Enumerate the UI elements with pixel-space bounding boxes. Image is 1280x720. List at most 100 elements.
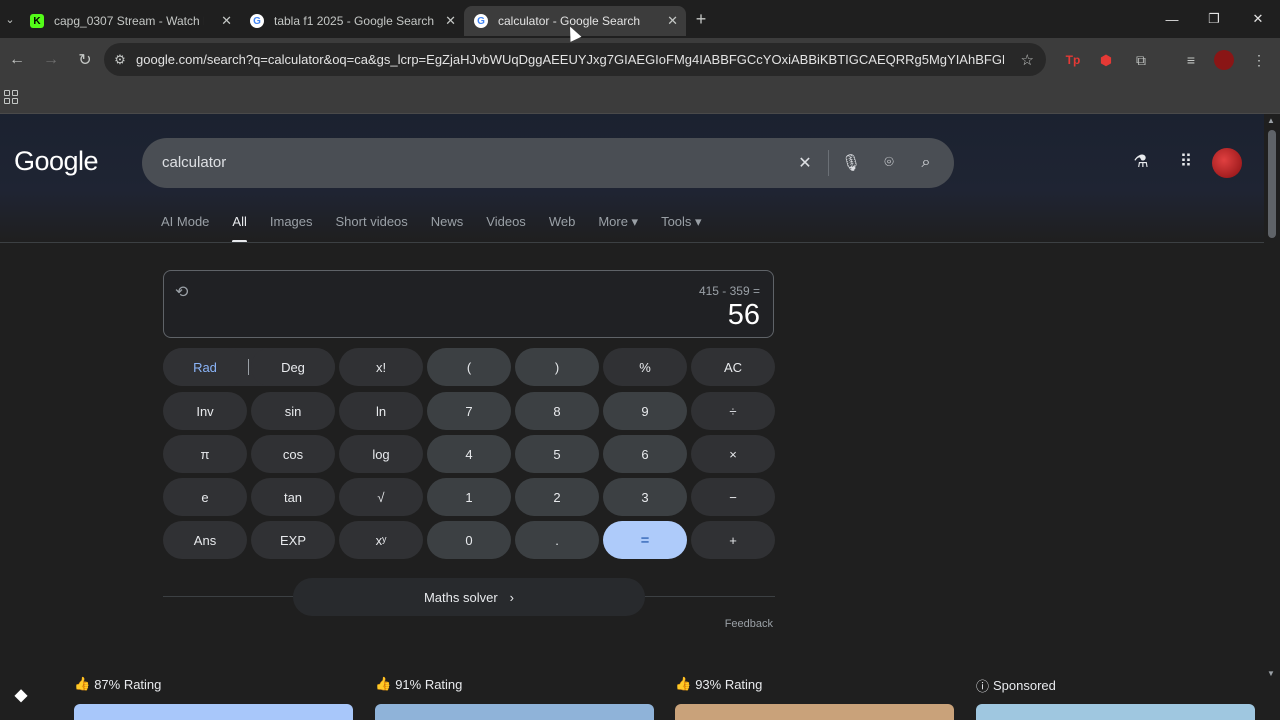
bookmark-star-icon[interactable]: ☆ — [1021, 51, 1034, 69]
key-1[interactable]: 1 — [427, 478, 511, 516]
thumbs-up-icon: 👍 — [375, 676, 392, 691]
tab-search-dropdown[interactable]: ⌄ — [0, 0, 20, 38]
nav-more[interactable]: More ▾ — [598, 214, 638, 234]
key-9[interactable]: 9 — [603, 392, 687, 430]
key-ans[interactable]: Ans — [163, 521, 247, 559]
card-sponsored: ⓘ Sponsored — [976, 678, 1056, 694]
nav-videos[interactable]: Videos — [486, 214, 526, 234]
card-image-2[interactable] — [375, 704, 654, 720]
lens-camera-icon[interactable]: ⌾ — [876, 150, 902, 176]
key-2[interactable]: 2 — [515, 478, 599, 516]
key-sin[interactable]: sin — [251, 392, 335, 430]
chevron-right-icon: › — [509, 589, 515, 605]
key-close-paren[interactable]: ) — [515, 348, 599, 386]
card-image-3[interactable] — [675, 704, 954, 720]
microphone-icon[interactable]: 🎙 — [838, 150, 864, 176]
labs-flask-icon[interactable]: ⚗ — [1129, 150, 1153, 174]
maths-solver-label: Maths solver — [423, 589, 498, 605]
site-info-icon[interactable]: ⚙ — [104, 52, 136, 68]
key-power[interactable]: xʸ — [339, 521, 423, 559]
search-icon[interactable]: ⌕ — [913, 150, 939, 176]
key-e[interactable]: e — [163, 478, 247, 516]
tab-tabla-f1[interactable]: G tabla f1 2025 - Google Search ✕ — [240, 6, 464, 36]
roblox-taskbar-icon[interactable]: ◆ — [10, 684, 32, 706]
key-equals[interactable]: = — [603, 521, 687, 559]
google-logo[interactable]: Google — [14, 146, 99, 177]
history-icon[interactable]: ⟲ — [175, 282, 188, 302]
reload-icon[interactable]: ↻ — [68, 43, 102, 77]
extensions-puzzle-icon[interactable]: ⧉ — [1125, 38, 1157, 82]
scrollbar-thumb[interactable] — [1268, 130, 1276, 238]
minimize-icon[interactable]: — — [1150, 0, 1194, 38]
apps-grid-icon[interactable] — [4, 90, 18, 104]
google-apps-icon[interactable]: ⠿ — [1174, 150, 1198, 174]
adblock-extension-icon[interactable]: ⬢ — [1090, 38, 1122, 82]
tab-bar: ⌄ K capg_0307 Stream - Watch Live ✕ G ta… — [0, 0, 1280, 38]
key-tan[interactable]: tan — [251, 478, 335, 516]
forward-arrow-icon[interactable]: → — [34, 43, 68, 77]
scroll-up-icon[interactable]: ▲ — [1267, 116, 1275, 125]
key-7[interactable]: 7 — [427, 392, 511, 430]
key-ln[interactable]: ln — [339, 392, 423, 430]
clear-search-icon[interactable]: ✕ — [792, 150, 818, 176]
nav-tools[interactable]: Tools ▾ — [661, 214, 702, 234]
google-icon: G — [250, 14, 264, 28]
key-factorial[interactable]: x! — [339, 348, 423, 386]
close-tab-icon[interactable]: ✕ — [445, 13, 456, 29]
profile-avatar[interactable] — [1208, 38, 1240, 82]
key-cos[interactable]: cos — [251, 435, 335, 473]
browser-toolbar: ← → ↻ ⚙ google.com/search?q=calculator&o… — [0, 38, 1280, 82]
key-8[interactable]: 8 — [515, 392, 599, 430]
maths-solver-button[interactable]: Maths solver › — [293, 578, 645, 616]
key-inv[interactable]: Inv — [163, 392, 247, 430]
key-6[interactable]: 6 — [603, 435, 687, 473]
search-divider — [828, 150, 829, 176]
feedback-link[interactable]: Feedback — [725, 618, 773, 630]
scroll-down-icon[interactable]: ▼ — [1267, 669, 1275, 678]
card-image-4[interactable] — [976, 704, 1255, 720]
back-arrow-icon[interactable]: ← — [0, 43, 34, 77]
key-pi[interactable]: π — [163, 435, 247, 473]
key-plus[interactable]: + — [691, 521, 775, 559]
key-divide[interactable]: ÷ — [691, 392, 775, 430]
key-deg[interactable]: Deg — [251, 348, 335, 386]
nav-ai-mode[interactable]: AI Mode — [161, 214, 209, 234]
close-tab-icon[interactable]: ✕ — [667, 13, 678, 29]
thumbs-up-icon: 👍 — [675, 676, 692, 691]
nav-short-videos[interactable]: Short videos — [336, 214, 408, 234]
card-image-1[interactable] — [74, 704, 353, 720]
search-results-page: Google calculator ✕ 🎙 ⌾ ⌕ ⚗ ⠿ AI Mode Al… — [0, 114, 1280, 720]
page-scrollbar[interactable]: ▲ ▼ — [1264, 114, 1280, 680]
address-bar[interactable]: ⚙ google.com/search?q=calculator&oq=ca&g… — [104, 43, 1046, 76]
key-4[interactable]: 4 — [427, 435, 511, 473]
nav-images[interactable]: Images — [270, 214, 313, 234]
account-avatar[interactable] — [1212, 148, 1242, 178]
browser-menu-icon[interactable]: ⋮ — [1243, 38, 1275, 82]
key-percent[interactable]: % — [603, 348, 687, 386]
tab-kick-stream[interactable]: K capg_0307 Stream - Watch Live ✕ — [20, 6, 240, 36]
search-input[interactable]: calculator — [162, 154, 226, 171]
thumbs-up-icon: 👍 — [74, 676, 91, 691]
key-log[interactable]: log — [339, 435, 423, 473]
nav-news[interactable]: News — [431, 214, 464, 234]
key-sqrt[interactable]: √ — [339, 478, 423, 516]
tp-extension-icon[interactable]: Tp — [1057, 38, 1089, 82]
close-tab-icon[interactable]: ✕ — [221, 13, 232, 29]
key-minus[interactable]: − — [691, 478, 775, 516]
new-tab-button[interactable]: + — [686, 9, 716, 30]
nav-web[interactable]: Web — [549, 214, 576, 234]
key-3[interactable]: 3 — [603, 478, 687, 516]
key-open-paren[interactable]: ( — [427, 348, 511, 386]
key-ac[interactable]: AC — [691, 348, 775, 386]
media-controls-icon[interactable]: ≡ — [1175, 38, 1207, 82]
nav-all[interactable]: All — [232, 214, 248, 243]
close-window-icon[interactable]: ✕ — [1236, 0, 1280, 38]
search-box[interactable]: calculator ✕ 🎙 ⌾ ⌕ — [142, 138, 954, 188]
key-decimal[interactable]: . — [515, 521, 599, 559]
key-rad[interactable]: Rad — [163, 348, 247, 386]
key-exp[interactable]: EXP — [251, 521, 335, 559]
restore-icon[interactable]: ❐ — [1192, 0, 1236, 38]
key-5[interactable]: 5 — [515, 435, 599, 473]
key-multiply[interactable]: × — [691, 435, 775, 473]
key-0[interactable]: 0 — [427, 521, 511, 559]
